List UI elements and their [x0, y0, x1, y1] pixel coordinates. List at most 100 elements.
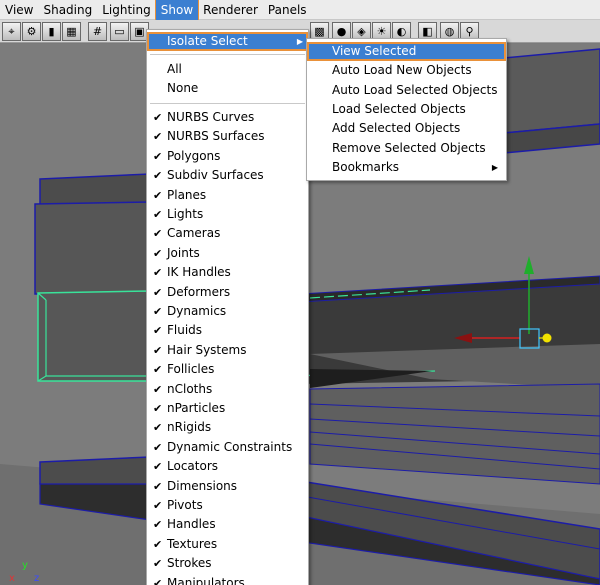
show-textures-menu-item[interactable]: ✔ Textures [147, 535, 308, 554]
checkmark-icon: ✔ [153, 557, 163, 571]
show-joints-menu-item[interactable]: ✔ Joints [147, 244, 308, 263]
menu-item-label: Planes [167, 187, 207, 202]
show-nrigids-menu-item[interactable]: ✔ nRigids [147, 418, 308, 437]
menu-shading[interactable]: Shading [38, 0, 97, 20]
checkmark-icon: ✔ [153, 188, 163, 202]
menu-item-label: Lights [167, 207, 204, 221]
menu-item-label: Pivots [167, 498, 203, 512]
menu-item-label: IK Handles [167, 265, 231, 280]
show-none-menu-item[interactable]: None [147, 79, 308, 98]
show-ncloths-menu-item[interactable]: ✔ nCloths [147, 380, 308, 399]
menu-separator [150, 54, 305, 55]
show-handles-menu-item[interactable]: ✔ Handles [147, 515, 308, 534]
menu-item-label: Locators [167, 459, 218, 474]
checkmark-icon: ✔ [153, 576, 163, 585]
menu-item-label: Handles [167, 517, 216, 532]
isolate-load-selected-objects-menu-item[interactable]: Load Selected Objects [307, 100, 506, 119]
menu-item-label: View Selected [332, 44, 417, 58]
checkmark-icon: ✔ [153, 169, 163, 183]
show-dynamic-constraints-menu-item[interactable]: ✔ Dynamic Constraints [147, 438, 308, 457]
show-nparticles-menu-item[interactable]: ✔ nParticles [147, 399, 308, 418]
isolate-auto-load-new-objects-menu-item[interactable]: Auto Load New Objects [307, 61, 506, 80]
checkmark-icon: ✔ [153, 343, 163, 357]
menu-item-label: NURBS Curves [167, 110, 255, 124]
show-pivots-menu-item[interactable]: ✔ Pivots [147, 496, 308, 515]
isolate-auto-load-selected-objects-menu-item[interactable]: Auto Load Selected Objects [307, 81, 506, 100]
menu-item-label: Dimensions [167, 478, 238, 493]
menu-item-label: nRigids [167, 420, 212, 435]
checkmark-icon: ✔ [153, 149, 163, 163]
menu-lighting[interactable]: Lighting [97, 0, 156, 20]
submenu-arrow-icon: ▶ [296, 37, 303, 46]
menu-item-label: nParticles [167, 401, 226, 415]
image-plane-icon[interactable]: ▦ [62, 22, 81, 41]
menu-item-label: Cameras [167, 226, 221, 241]
bookmark-icon[interactable]: ▮ [42, 22, 61, 41]
checkmark-icon: ✔ [153, 518, 163, 532]
isolate-bookmarks-menu-item[interactable]: Bookmarks ▶ [307, 158, 506, 177]
checkmark-icon: ✔ [153, 246, 163, 260]
menu-item-label: Auto Load Selected Objects [332, 82, 498, 97]
menu-item-label: NURBS Surfaces [167, 129, 265, 144]
checkmark-icon: ✔ [153, 266, 163, 280]
show-lights-menu-item[interactable]: ✔ Lights [147, 205, 308, 224]
menu-item-label: Auto Load New Objects [332, 63, 472, 78]
axis-z-label: z [34, 573, 40, 584]
show-menu: Isolate Select ▶ All None ✔ NURBS Curves ✔ NURB… [146, 29, 309, 585]
axis-x-label: x [9, 573, 15, 584]
checkmark-icon: ✔ [153, 363, 163, 377]
menu-separator [150, 103, 305, 104]
submenu-arrow-icon: ▶ [491, 162, 498, 172]
show-planes-menu-item[interactable]: ✔ Planes [147, 186, 308, 205]
show-manipulators-menu-item[interactable]: ✔ Manipulators [147, 574, 308, 585]
menu-item-label: Polygons [167, 148, 221, 163]
checkmark-icon: ✔ [153, 402, 163, 415]
menu-item-label: Load Selected Objects [332, 101, 466, 116]
menu-item-label: Dynamics [167, 304, 227, 318]
show-cameras-menu-item[interactable]: ✔ Cameras [147, 224, 308, 243]
show-fluids-menu-item[interactable]: ✔ Fluids [147, 321, 308, 340]
isolate-remove-selected-objects-menu-item[interactable]: Remove Selected Objects [307, 139, 506, 158]
menu-item-label: Textures [167, 536, 218, 551]
menu-item-label: Deformers [167, 284, 231, 299]
checkmark-icon: ✔ [153, 227, 163, 241]
show-polygons-menu-item[interactable]: ✔ Polygons [147, 147, 308, 166]
camera-attributes-icon[interactable]: ⚙ [22, 22, 41, 41]
film-gate-icon[interactable]: ▭ [110, 22, 129, 41]
show-dimensions-menu-item[interactable]: ✔ Dimensions [147, 477, 308, 496]
isolate-select-submenu: View Selected Auto Load New Objects Auto L… [306, 38, 507, 181]
checkmark-icon: ✔ [153, 130, 163, 144]
isolate-view-selected-menu-item[interactable]: View Selected [307, 42, 506, 61]
select-camera-icon[interactable]: ⌖ [2, 22, 21, 41]
show-locators-menu-item[interactable]: ✔ Locators [147, 457, 308, 476]
checkmark-icon: ✔ [153, 537, 163, 551]
menu-item-label: Remove Selected Objects [332, 140, 486, 155]
show-nurbs-curves-menu-item[interactable]: ✔ NURBS Curves [147, 108, 308, 127]
show-strokes-menu-item[interactable]: ✔ Strokes [147, 554, 308, 573]
menu-renderer[interactable]: Renderer [198, 0, 263, 20]
checkmark-icon: ✔ [153, 208, 163, 221]
grid-icon[interactable]: # [88, 22, 107, 41]
checkmark-icon: ✔ [153, 324, 163, 338]
checkmark-icon: ✔ [153, 111, 163, 124]
show-dynamics-menu-item[interactable]: ✔ Dynamics [147, 302, 308, 321]
show-ik-handles-menu-item[interactable]: ✔ IK Handles [147, 263, 308, 282]
show-hair-systems-menu-item[interactable]: ✔ Hair Systems [147, 341, 308, 360]
isolate-add-selected-objects-menu-item[interactable]: Add Selected Objects [307, 119, 506, 138]
menu-item-label: Manipulators [167, 575, 245, 585]
menu-item-label: Subdiv Surfaces [167, 168, 264, 183]
checkmark-icon: ✔ [153, 382, 163, 396]
menu-panels[interactable]: Panels [263, 0, 312, 20]
checkmark-icon: ✔ [153, 499, 163, 512]
view-axis-indicator: y x z [4, 560, 44, 585]
checkmark-icon: ✔ [153, 440, 163, 454]
menu-view[interactable]: View [0, 0, 38, 20]
menu-show[interactable]: Show [154, 0, 200, 21]
checkmark-icon: ✔ [153, 460, 163, 474]
show-follicles-menu-item[interactable]: ✔ Follicles [147, 360, 308, 379]
show-deformers-menu-item[interactable]: ✔ Deformers [147, 283, 308, 302]
show-subdiv-surfaces-menu-item[interactable]: ✔ Subdiv Surfaces [147, 166, 308, 185]
isolate-select-menu-item[interactable]: Isolate Select ▶ [147, 32, 308, 51]
show-nurbs-surfaces-menu-item[interactable]: ✔ NURBS Surfaces [147, 127, 308, 146]
show-all-menu-item[interactable]: All [147, 60, 308, 79]
